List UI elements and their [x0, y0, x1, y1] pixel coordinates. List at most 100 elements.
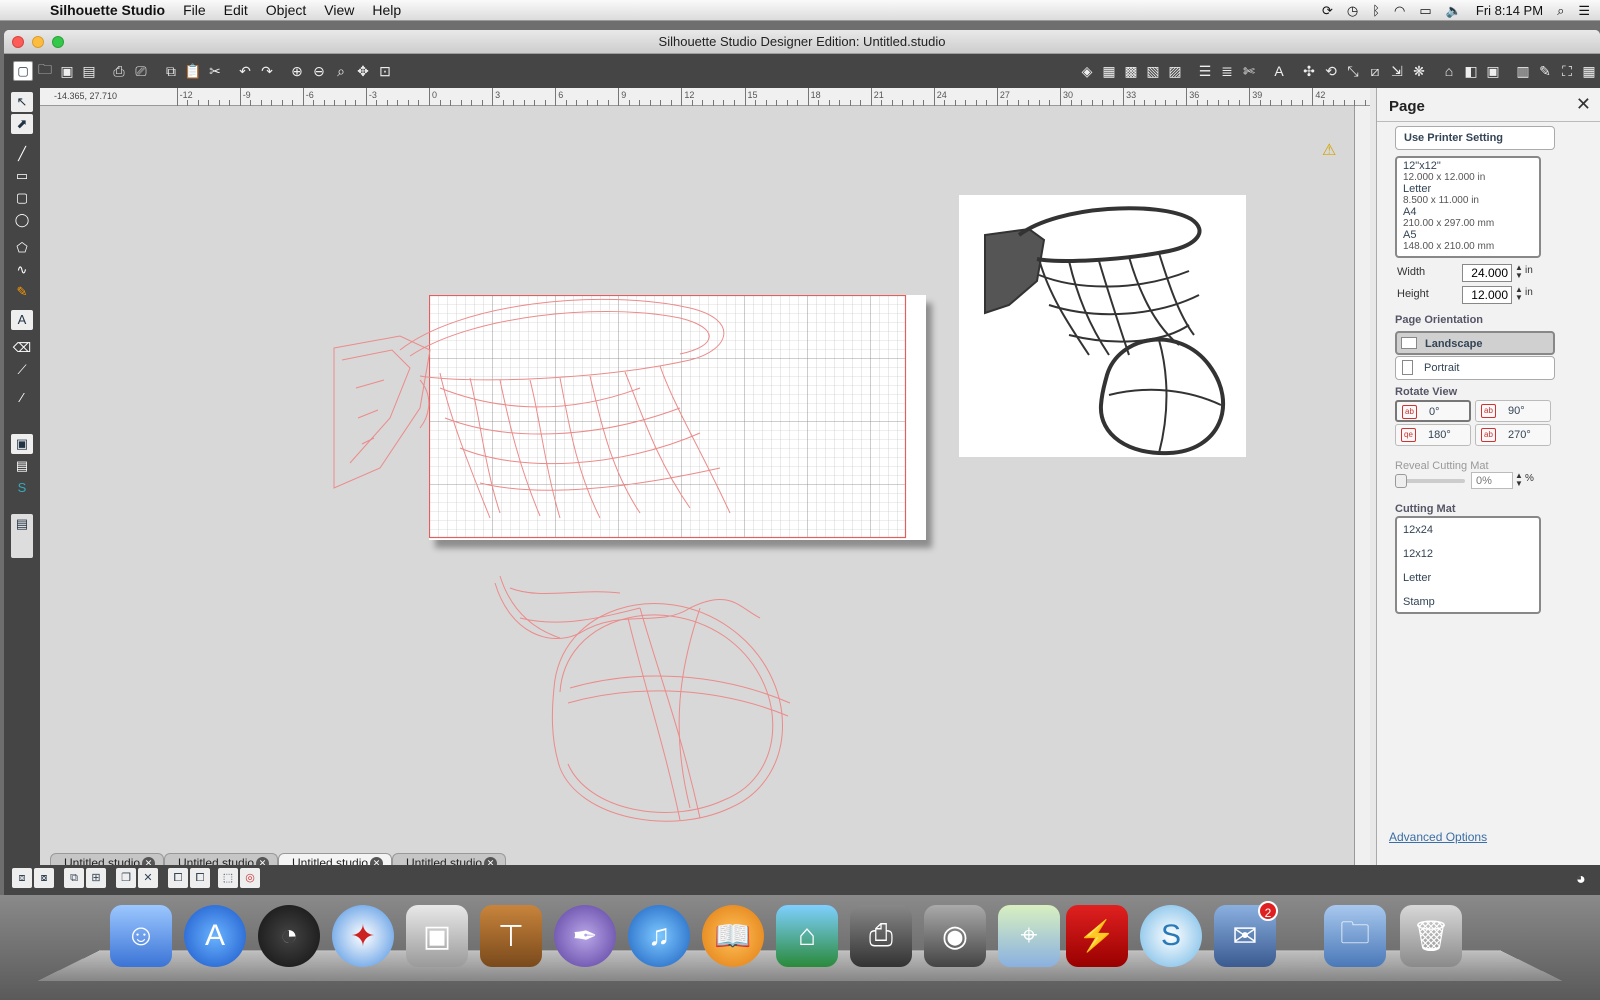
- line-style-icon[interactable]: ▧: [1143, 61, 1163, 81]
- offset-icon[interactable]: ◎: [240, 868, 260, 888]
- close-panel-icon[interactable]: ✕: [1576, 94, 1591, 115]
- curve-tool-icon[interactable]: ∿: [11, 260, 33, 280]
- save-to-library-icon[interactable]: ▤: [79, 61, 99, 81]
- height-field[interactable]: 12.000: [1462, 286, 1512, 304]
- duplicate-icon[interactable]: ❐: [116, 868, 136, 888]
- fullscreen-icon[interactable]: ⛶: [1557, 61, 1577, 81]
- split-view-icon[interactable]: ▤: [11, 514, 33, 558]
- adobe-acrobat-icon[interactable]: ⚡: [1066, 905, 1128, 967]
- rounded-rect-tool-icon[interactable]: ▢: [11, 188, 33, 208]
- silhouette-store-icon[interactable]: S: [11, 478, 33, 498]
- menu-help[interactable]: Help: [372, 2, 401, 18]
- send-back-icon[interactable]: ⧠: [190, 868, 210, 888]
- select-tool-icon[interactable]: ↖: [11, 92, 33, 112]
- menu-view[interactable]: View: [324, 2, 354, 18]
- shear-icon[interactable]: ⧄: [1365, 61, 1385, 81]
- scale-icon[interactable]: ⤡: [1343, 61, 1363, 81]
- cut-settings-icon[interactable]: ▥: [1513, 61, 1533, 81]
- align-icon[interactable]: ☰: [1195, 61, 1215, 81]
- menu-edit[interactable]: Edit: [224, 2, 248, 18]
- rotate-icon[interactable]: ⟲: [1321, 61, 1341, 81]
- library-icon[interactable]: ⌂: [1439, 61, 1459, 81]
- ungroup-icon[interactable]: ⧇: [34, 868, 54, 888]
- use-printer-setting-button[interactable]: Use Printer Setting: [1395, 126, 1555, 150]
- reveal-mat-slider[interactable]: [1395, 474, 1465, 488]
- zoom-window-button[interactable]: [52, 36, 64, 48]
- iphoto-icon[interactable]: ▣: [406, 905, 468, 967]
- redo-icon[interactable]: ↷: [257, 61, 277, 81]
- library-panel-icon[interactable]: ▤: [11, 456, 33, 476]
- portrait-button[interactable]: Portrait: [1395, 356, 1555, 380]
- line-tool-icon[interactable]: ╱: [11, 144, 33, 164]
- move-icon[interactable]: ⇲: [1387, 61, 1407, 81]
- delete-icon[interactable]: ✕: [138, 868, 158, 888]
- print-icon[interactable]: ⎙: [109, 61, 129, 81]
- sync-icon[interactable]: ⟳: [1322, 3, 1333, 19]
- fill-gradient-icon[interactable]: ▦: [1099, 61, 1119, 81]
- menu-app-name[interactable]: Silhouette Studio: [50, 2, 165, 18]
- page-size-list[interactable]: 12"x12" 12.000 x 12.000 in Letter 8.500 x …: [1395, 156, 1541, 258]
- slider-handle[interactable]: [1395, 474, 1407, 488]
- page-setup-icon[interactable]: ▣: [1483, 61, 1503, 81]
- pan-icon[interactable]: ✥: [353, 61, 373, 81]
- paste-icon[interactable]: 📋: [183, 61, 203, 81]
- close-window-button[interactable]: [12, 36, 24, 48]
- list-item[interactable]: A4 210.00 x 297.00 mm: [1397, 206, 1539, 229]
- show-page-icon[interactable]: ▣: [11, 434, 33, 454]
- rotate-90-button[interactable]: ab 90°: [1475, 400, 1551, 422]
- cutting-mat-list[interactable]: 12x24 12x12 Letter Stamp: [1395, 516, 1541, 614]
- list-item[interactable]: A5 148.00 x 210.00 mm: [1397, 229, 1539, 252]
- reveal-stepper[interactable]: ▲ ▼: [1515, 472, 1523, 488]
- wifi-icon[interactable]: ◠: [1394, 3, 1405, 19]
- width-stepper[interactable]: ▲ ▼: [1515, 264, 1523, 280]
- fill-color-icon[interactable]: ◈: [1077, 61, 1097, 81]
- zoom-out-icon[interactable]: ⊖: [309, 61, 329, 81]
- zoom-in-icon[interactable]: ⊕: [287, 61, 307, 81]
- volume-icon[interactable]: 🔈: [1446, 3, 1462, 19]
- trace-icon[interactable]: ❋: [1409, 61, 1429, 81]
- list-item[interactable]: Letter 8.500 x 11.000 in: [1397, 183, 1539, 206]
- open-folder-icon[interactable]: 🗀: [35, 61, 55, 81]
- save-icon[interactable]: ▣: [57, 61, 77, 81]
- warning-icon[interactable]: ⚠: [1322, 140, 1336, 160]
- fit-to-page-icon[interactable]: ⊡: [375, 61, 395, 81]
- finder-icon[interactable]: ☺: [110, 905, 172, 967]
- spotlight-icon[interactable]: ⌕: [1557, 3, 1564, 19]
- color-wheel-icon[interactable]: ◕: [1576, 871, 1586, 889]
- line-color-icon[interactable]: ▨: [1165, 61, 1185, 81]
- reference-image[interactable]: [959, 195, 1246, 457]
- polygon-tool-icon[interactable]: ⬠: [11, 238, 33, 258]
- design-canvas[interactable]: -14.365, 27.710 -12 -9 -6 -3 0 3 6 9 12 15 18 21 24 2…: [40, 88, 1370, 888]
- weld-icon[interactable]: ⬚: [218, 868, 238, 888]
- fill-pattern-icon[interactable]: ▩: [1121, 61, 1141, 81]
- printer-icon[interactable]: ⎙: [850, 905, 912, 967]
- transform-icon[interactable]: ✣: [1299, 61, 1319, 81]
- trash-icon[interactable]: 🗑: [1400, 905, 1462, 967]
- text-tool-icon[interactable]: A: [11, 310, 33, 330]
- width-field[interactable]: 24.000: [1462, 264, 1512, 282]
- facetime-icon[interactable]: ◉: [924, 905, 986, 967]
- landscape-button[interactable]: Landscape: [1395, 331, 1555, 355]
- text-style-icon[interactable]: A: [1269, 61, 1289, 81]
- keynote-icon[interactable]: ⊤: [480, 905, 542, 967]
- reveal-mat-field[interactable]: 0%: [1471, 472, 1513, 489]
- undo-icon[interactable]: ↶: [235, 61, 255, 81]
- eraser-tool-icon[interactable]: ⌫: [11, 338, 33, 358]
- rotate-0-button[interactable]: ab 0°: [1395, 400, 1471, 422]
- new-document-icon[interactable]: ▢: [13, 61, 33, 81]
- freehand-tool-icon[interactable]: ✎: [11, 282, 33, 302]
- zoom-select-icon[interactable]: ⌕: [331, 61, 351, 81]
- ellipse-tool-icon[interactable]: ◯: [11, 210, 33, 230]
- list-item[interactable]: Stamp: [1397, 590, 1539, 612]
- grid-settings-icon[interactable]: ▦: [1579, 61, 1599, 81]
- mail-icon[interactable]: ✉ 2: [1214, 901, 1278, 967]
- height-stepper[interactable]: ▲ ▼: [1515, 286, 1523, 302]
- silhouette-studio-dock-icon[interactable]: S: [1140, 905, 1202, 967]
- sketch-icon[interactable]: ✎: [1535, 61, 1555, 81]
- cut-style-icon[interactable]: ✄: [1239, 61, 1259, 81]
- downloads-folder-icon[interactable]: 🗀: [1324, 905, 1386, 967]
- list-item[interactable]: 12x24: [1397, 518, 1539, 542]
- battery-icon[interactable]: ▭: [1419, 3, 1431, 19]
- menu-file[interactable]: File: [183, 2, 206, 18]
- time-machine-icon[interactable]: ◷: [1347, 3, 1358, 19]
